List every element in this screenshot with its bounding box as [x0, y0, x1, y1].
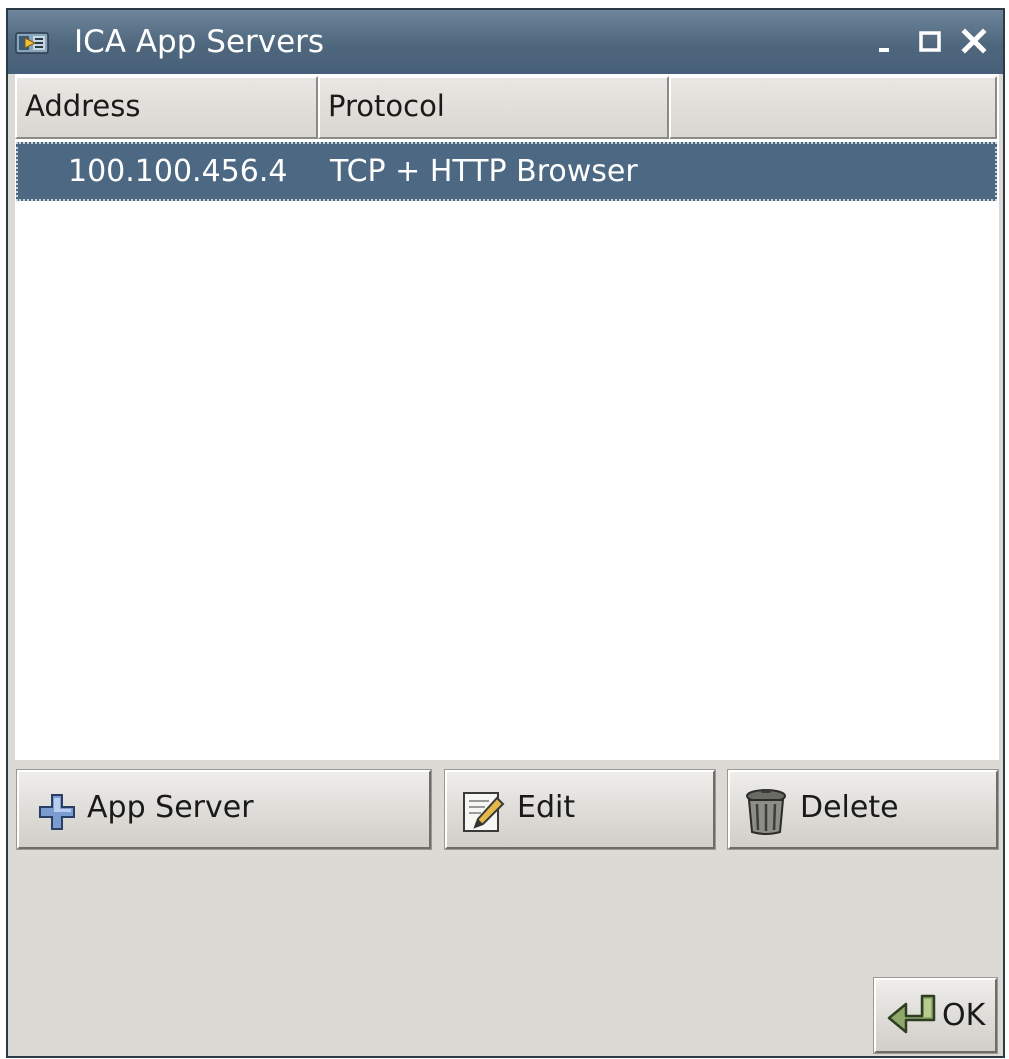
ica-app-servers-window: ICA App Servers Address Protocol 100.100…	[6, 8, 1005, 1058]
trash-can-icon	[744, 788, 788, 840]
delete-label: Delete	[800, 790, 899, 825]
title-bar[interactable]: ICA App Servers	[8, 10, 1003, 74]
edit-label: Edit	[517, 790, 576, 825]
column-header-empty[interactable]	[669, 76, 997, 139]
enter-arrow-icon	[886, 994, 938, 1042]
row-address: 100.100.456.4	[68, 154, 288, 189]
add-app-server-button[interactable]: App Server	[16, 769, 432, 850]
app-server-list[interactable]: Address Protocol 100.100.456.4 TCP + HTT…	[15, 74, 999, 760]
maximize-icon[interactable]	[913, 24, 947, 58]
column-header-address[interactable]: Address	[15, 76, 318, 139]
minimize-icon[interactable]	[870, 24, 904, 58]
close-icon[interactable]	[957, 24, 991, 58]
ok-label: OK	[942, 998, 986, 1033]
column-header-protocol[interactable]: Protocol	[318, 76, 669, 139]
ok-button[interactable]: OK	[873, 977, 998, 1054]
table-header: Address Protocol	[15, 76, 999, 139]
delete-button[interactable]: Delete	[727, 769, 999, 850]
edit-button[interactable]: Edit	[444, 769, 716, 850]
ica-app-icon	[15, 27, 49, 57]
table-row[interactable]: 100.100.456.4 TCP + HTTP Browser	[16, 142, 997, 201]
add-app-server-label: App Server	[87, 790, 254, 825]
edit-pencil-icon	[461, 790, 505, 838]
window-title: ICA App Servers	[74, 24, 325, 60]
row-protocol: TCP + HTTP Browser	[330, 154, 638, 189]
plus-icon	[37, 792, 77, 836]
